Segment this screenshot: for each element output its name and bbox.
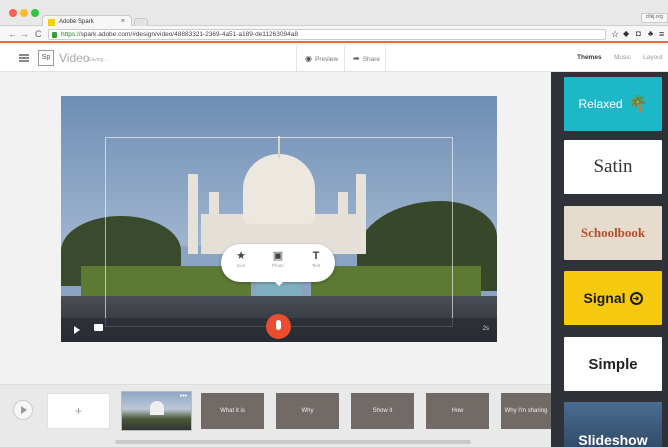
play-video-button[interactable] bbox=[13, 400, 33, 420]
adobe-spark-favicon-icon bbox=[48, 19, 55, 26]
theme-signal[interactable]: Signal ➜ bbox=[564, 271, 662, 325]
tab-layout[interactable]: Layout bbox=[643, 54, 663, 61]
back-icon[interactable]: ← bbox=[8, 29, 17, 39]
editor-stage: 2s ★ Icon ▣ Photo T Text bbox=[0, 72, 551, 384]
slide-thumbnail[interactable]: How bbox=[426, 393, 489, 429]
theme-signal-label: Signal bbox=[583, 290, 626, 306]
theme-slideshow[interactable]: Slideshow bbox=[564, 402, 662, 447]
url-host: spark.adobe.com bbox=[80, 31, 131, 38]
reload-icon[interactable]: C bbox=[35, 29, 42, 39]
pocket-icon[interactable]: ◘ bbox=[636, 29, 641, 38]
product-name: Video bbox=[59, 51, 90, 65]
thumbnail-image bbox=[150, 401, 164, 415]
theme-relaxed[interactable]: Relaxed 🌴 bbox=[564, 77, 662, 131]
add-photo-label: Photo bbox=[272, 263, 284, 268]
theme-slideshow-label: Slideshow bbox=[578, 432, 648, 447]
url-scheme: https:// bbox=[61, 31, 81, 38]
extension-2-icon[interactable]: ♣ bbox=[648, 29, 653, 38]
url-path: /#design/video/48883321-2369-4a51-a189-d… bbox=[130, 31, 298, 38]
add-icon-label: Icon bbox=[236, 263, 246, 268]
preview-button[interactable]: ◉ Preview bbox=[296, 45, 344, 71]
lock-icon bbox=[52, 32, 57, 38]
theme-schoolbook-label: Schoolbook bbox=[580, 225, 646, 240]
eye-icon: ◉ bbox=[305, 54, 312, 63]
slide-thumbnail-selected[interactable]: ••• bbox=[121, 391, 192, 431]
signal-arrow-icon: ➜ bbox=[629, 291, 643, 305]
theme-satin-label: Satin bbox=[593, 156, 633, 177]
spark-logo[interactable]: Sp bbox=[38, 50, 54, 66]
slide-timeline: + ••• What it is Why Show it How Why I'm… bbox=[0, 384, 551, 447]
photo-icon: ▣ bbox=[272, 250, 284, 262]
share-button[interactable]: ➦ Share bbox=[344, 45, 386, 71]
theme-simple-label: Simple bbox=[588, 355, 638, 373]
themes-panel: Relaxed 🌴 Satin Schoolbook Signal ➜ Simple… bbox=[551, 72, 668, 447]
tab-themes[interactable]: Themes bbox=[577, 54, 602, 61]
tab-music[interactable]: Music bbox=[614, 54, 631, 61]
record-voice-button[interactable] bbox=[266, 314, 291, 339]
profile-button[interactable]: cltkj.org bbox=[640, 13, 668, 23]
slide-thumbnail[interactable]: Why bbox=[276, 393, 339, 429]
share-arrow-icon: ➦ bbox=[353, 54, 360, 63]
add-slide-button[interactable]: + bbox=[47, 393, 110, 429]
browser-titlebar: Adobe Spark × cltkj.org bbox=[0, 0, 668, 28]
maximize-window-button[interactable] bbox=[31, 9, 39, 17]
minimize-window-button[interactable] bbox=[20, 9, 28, 17]
star-icon: ★ bbox=[236, 250, 246, 262]
extension-icon[interactable]: ◆ bbox=[623, 29, 629, 38]
play-slide-icon[interactable] bbox=[74, 326, 80, 334]
timeline-scrollbar[interactable] bbox=[115, 440, 471, 444]
url-field[interactable]: https://spark.adobe.com/#design/video/48… bbox=[48, 29, 606, 40]
theme-relaxed-label: Relaxed bbox=[578, 97, 623, 111]
theme-simple[interactable]: Simple bbox=[564, 337, 662, 391]
app-header: Sp Video Saving... ◉ Preview ➦ Share Theme… bbox=[0, 45, 668, 72]
bookmark-star-icon[interactable]: ☆ bbox=[611, 29, 619, 40]
slide-thumbnail[interactable]: Show it bbox=[351, 393, 414, 429]
caption-icon[interactable] bbox=[94, 324, 103, 331]
add-photo-option[interactable]: ▣ Photo bbox=[263, 249, 293, 268]
close-window-button[interactable] bbox=[9, 9, 17, 17]
add-text-label: Text bbox=[311, 263, 321, 268]
slide-options-icon[interactable]: ••• bbox=[180, 393, 187, 400]
menu-icon[interactable] bbox=[19, 54, 29, 62]
slide-thumbnail[interactable]: Why I'm sharing bbox=[501, 393, 551, 429]
theme-schoolbook[interactable]: Schoolbook bbox=[564, 206, 662, 260]
preview-label: Preview bbox=[314, 56, 339, 63]
tab-close-icon[interactable]: × bbox=[121, 18, 125, 25]
add-text-option[interactable]: T Text bbox=[301, 249, 331, 268]
palm-tree-icon: 🌴 bbox=[627, 96, 648, 113]
save-status: Saving... bbox=[88, 57, 108, 63]
slide-duration[interactable]: 2s bbox=[483, 326, 489, 332]
share-label: Share bbox=[362, 56, 381, 63]
title-safe-frame bbox=[105, 137, 453, 327]
tab-title: Adobe Spark bbox=[59, 19, 94, 25]
address-bar-row: ← → C https://spark.adobe.com/#design/vi… bbox=[0, 26, 668, 43]
forward-icon[interactable]: → bbox=[20, 29, 29, 39]
slide-thumbnail[interactable]: What it is bbox=[201, 393, 264, 429]
add-content-popup: ★ Icon ▣ Photo T Text bbox=[221, 244, 335, 286]
browser-menu-icon[interactable]: ≡ bbox=[659, 29, 664, 39]
slide-canvas[interactable]: 2s bbox=[61, 96, 497, 342]
text-icon: T bbox=[312, 250, 320, 262]
theme-satin[interactable]: Satin bbox=[564, 140, 662, 194]
add-icon-option[interactable]: ★ Icon bbox=[226, 249, 256, 268]
